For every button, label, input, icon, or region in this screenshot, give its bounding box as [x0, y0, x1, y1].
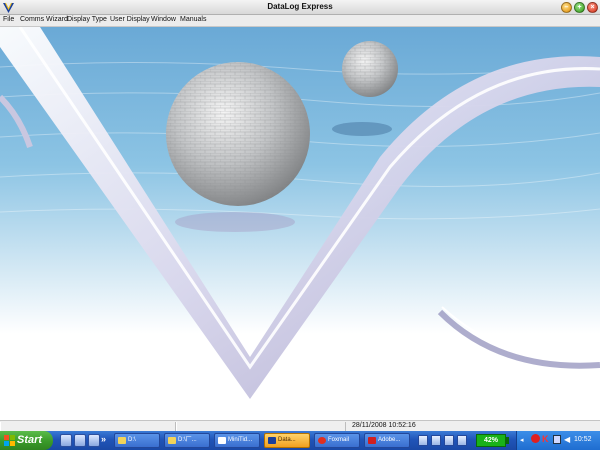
folder-icon — [118, 437, 126, 444]
main-workspace — [0, 27, 600, 420]
menu-bar: File Comms Wizard Display Type User Disp… — [0, 15, 600, 27]
quicklaunch-icon[interactable] — [60, 434, 72, 447]
taskbar-button-label: Data... — [278, 437, 296, 443]
minimize-button[interactable]: – — [561, 2, 572, 13]
menu-window[interactable]: Window — [151, 16, 176, 23]
document-icon — [218, 437, 226, 444]
tray-red-icon[interactable] — [531, 434, 540, 443]
taskbar-button-active[interactable]: Data... — [264, 433, 310, 448]
quicklaunch-chevron-icon[interactable]: » — [101, 434, 106, 444]
window-title: DataLog Express — [267, 2, 333, 11]
tray-app-icon[interactable] — [457, 435, 467, 446]
menu-manuals[interactable]: Manuals — [180, 16, 206, 23]
adobe-icon — [368, 437, 376, 444]
menu-file[interactable]: File — [3, 16, 14, 23]
tray-app-icon[interactable] — [431, 435, 441, 446]
quicklaunch-icon[interactable] — [88, 434, 100, 447]
status-datetime: 28/11/2008 10:52:16 — [352, 422, 416, 429]
taskbar-button[interactable]: Foxmail — [314, 433, 360, 448]
splash-background — [0, 27, 600, 420]
quicklaunch-icon[interactable] — [74, 434, 86, 447]
large-sphere — [166, 62, 310, 206]
windows-flag-icon — [4, 435, 15, 446]
tray-expand-icon[interactable]: ◂ — [520, 436, 524, 444]
taskbar-button[interactable]: MiniTid... — [214, 433, 260, 448]
status-bar: 28/11/2008 10:52:16 — [0, 420, 600, 431]
taskbar-button[interactable]: D:\厂... — [164, 433, 210, 448]
menu-comms-wizard[interactable]: Comms Wizard — [20, 16, 68, 23]
close-button[interactable]: × — [587, 2, 598, 13]
tray-clock[interactable]: 10:52 — [574, 436, 592, 443]
maximize-button[interactable]: + — [574, 2, 585, 13]
battery-indicator[interactable]: 42% — [476, 434, 506, 447]
taskbar-button-label: Foxmail — [328, 437, 350, 443]
tray-network-icon[interactable] — [553, 435, 561, 444]
speaker-icon[interactable]: ◀ — [564, 435, 570, 444]
start-button[interactable]: Start — [0, 431, 53, 450]
status-pane — [176, 422, 346, 431]
small-sphere — [342, 41, 398, 97]
tray-app-icon[interactable] — [418, 435, 428, 446]
taskbar-button-label: MiniTid... — [228, 437, 253, 443]
folder-icon — [168, 437, 176, 444]
battery-tail — [506, 437, 509, 444]
taskbar-button-label: Adobe... — [378, 437, 401, 443]
tray-k-icon[interactable]: K — [542, 434, 549, 444]
foxmail-icon — [318, 437, 326, 444]
taskbar-button-label: D:\厂... — [178, 437, 197, 443]
tray-app-icon[interactable] — [444, 435, 454, 446]
taskbar: Start » D:\ D:\厂... MiniTid... Data... F… — [0, 431, 600, 450]
taskbar-button[interactable]: Adobe... — [364, 433, 410, 448]
menu-user-display[interactable]: User Display — [110, 16, 150, 23]
datalog-icon — [268, 437, 276, 444]
status-pane — [0, 422, 176, 431]
start-label: Start — [17, 434, 43, 446]
taskbar-button[interactable]: D:\ — [114, 433, 160, 448]
taskbar-button-label: D:\ — [128, 437, 136, 443]
menu-display-type[interactable]: Display Type — [67, 16, 107, 23]
title-bar[interactable]: DataLog Express – + × — [0, 0, 600, 15]
